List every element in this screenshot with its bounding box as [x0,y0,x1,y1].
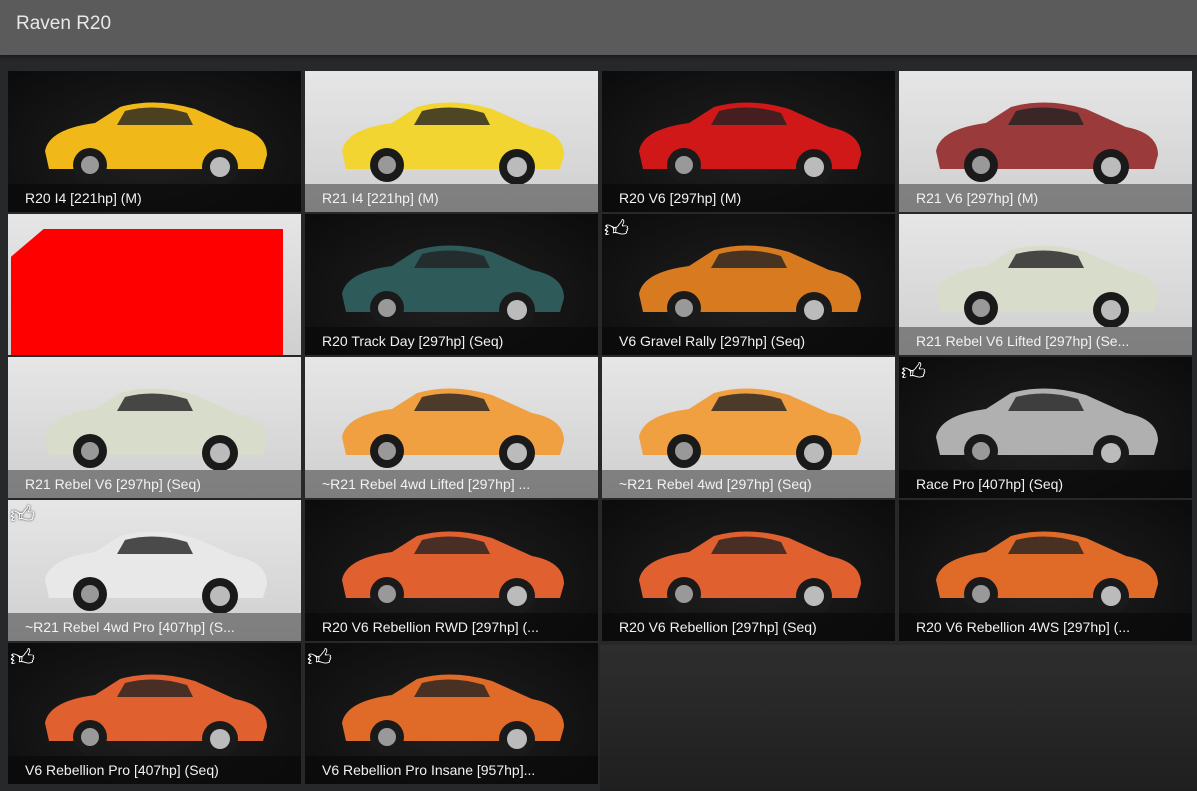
config-tile[interactable]: R20 V6 Rebellion RWD [297hp] (... [305,500,598,641]
car-thumbnail [44,674,267,756]
config-label: V6 Rebellion Pro [407hp] (Seq) [8,756,301,784]
vehicle-config-grid: R20 I4 [221hp] (M) R21 I4 [221hp] (M) R2… [8,71,1192,784]
car-thumbnail [44,102,267,184]
config-label: R21 Rebel V6 [297hp] (Seq) [8,470,301,498]
config-tile[interactable]: R20 I4 [221hp] (M) [8,71,301,212]
config-tile[interactable]: ~R21 Rebel 4wd Lifted [297hp] ... [305,357,598,498]
page-title: Raven R20 [16,13,112,34]
car-thumbnail [44,388,267,470]
config-tile[interactable]: ~R21 Rebel 4wd Pro [407hp] (S... 👍︎ [8,500,301,641]
config-label: R20 I4 [221hp] (M) [8,184,301,212]
config-label: ~R21 Rebel 4wd Lifted [297hp] ... [305,470,598,498]
thumbs-up-icon: 👍︎ [604,216,630,243]
config-label: R20 V6 Rebellion 4WS [297hp] (... [899,613,1192,641]
config-tile[interactable]: V6 Gravel Rally [297hp] (Seq) 👍︎ [602,214,895,355]
config-tile[interactable]: R20 V6 Rebellion [297hp] (Seq) [602,500,895,641]
config-label: ~R21 Rebel 4wd [297hp] (Seq) [602,470,895,498]
car-thumbnail [341,674,564,756]
config-label: R21 I4 [221hp] (M) [305,184,598,212]
config-label: V6 Gravel Rally [297hp] (Seq) [602,327,895,355]
car-thumbnail [44,531,267,613]
config-label: R20 V6 [297hp] (M) [602,184,895,212]
config-label: R21 Rebel V6 Lifted [297hp] (Se... [899,327,1192,355]
config-tile[interactable]: R20 V6 [297hp] (M) [602,71,895,212]
car-thumbnail [638,531,861,613]
config-label: R20 V6 Rebellion [297hp] (Seq) [602,613,895,641]
config-tile[interactable] [8,214,301,355]
thumbs-up-icon: 👍︎ [307,645,333,672]
thumbs-up-icon: 👍︎ [10,645,36,672]
config-label: R21 V6 [297hp] (M) [899,184,1192,212]
config-label: ~R21 Rebel 4wd Pro [407hp] (S... [8,613,301,641]
config-tile[interactable]: R20 Track Day [297hp] (Seq) [305,214,598,355]
config-tile[interactable]: R21 V6 [297hp] (M) [899,71,1192,212]
car-thumbnail [935,102,1158,184]
placeholder-image [11,229,283,355]
car-thumbnail [935,531,1158,613]
config-tile[interactable]: R21 Rebel V6 [297hp] (Seq) [8,357,301,498]
config-tile[interactable]: R21 Rebel V6 Lifted [297hp] (Se... [899,214,1192,355]
car-thumbnail [935,245,1158,327]
car-thumbnail [341,531,564,613]
config-tile[interactable]: V6 Rebellion Pro Insane [957hp]... 👍︎ [305,643,598,784]
config-label: R20 Track Day [297hp] (Seq) [305,327,598,355]
car-thumbnail [638,102,861,184]
thumbs-up-icon: 👍︎ [10,502,36,529]
thumbs-up-icon: 👍︎ [901,359,927,386]
car-thumbnail [341,102,564,184]
config-tile[interactable]: V6 Rebellion Pro [407hp] (Seq) 👍︎ [8,643,301,784]
header: Raven R20 [0,0,1197,55]
config-label: R20 V6 Rebellion RWD [297hp] (... [305,613,598,641]
car-thumbnail [638,388,861,470]
config-tile[interactable]: ~R21 Rebel 4wd [297hp] (Seq) [602,357,895,498]
car-thumbnail [935,388,1158,470]
config-tile[interactable]: R20 V6 Rebellion 4WS [297hp] (... [899,500,1192,641]
config-tile[interactable]: Race Pro [407hp] (Seq) 👍︎ [899,357,1192,498]
config-tile[interactable]: R21 I4 [221hp] (M) [305,71,598,212]
car-thumbnail [638,245,861,327]
car-thumbnail [341,245,564,327]
car-thumbnail [341,388,564,470]
config-label: Race Pro [407hp] (Seq) [899,470,1192,498]
config-label: V6 Rebellion Pro Insane [957hp]... [305,756,598,784]
